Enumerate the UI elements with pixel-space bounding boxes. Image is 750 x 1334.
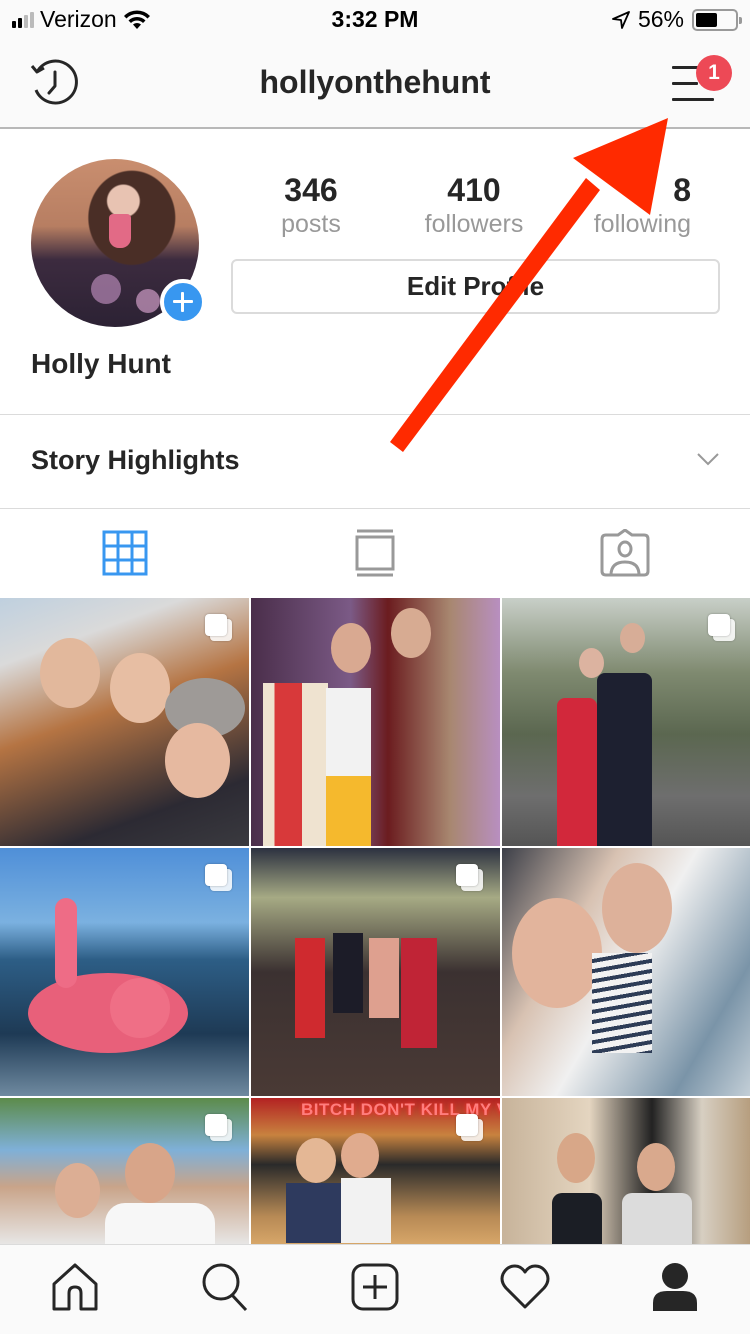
tab-tagged[interactable] (500, 509, 750, 597)
divider (0, 414, 750, 415)
post-thumbnail[interactable] (0, 1098, 249, 1244)
edit-profile-button[interactable]: Edit Profile (231, 259, 720, 314)
post-thumbnail[interactable] (0, 598, 249, 846)
following-count: 8 (673, 172, 691, 208)
nav-home[interactable] (0, 1245, 150, 1334)
battery-icon (692, 8, 742, 31)
profile-header-bar: hollyonthehunt 1 (0, 40, 750, 129)
tab-grid[interactable] (0, 509, 250, 597)
add-story-button[interactable] (160, 279, 206, 325)
username-title: hollyonthehunt (259, 64, 491, 100)
multiple-photos-icon (205, 1114, 233, 1142)
add-post-icon (351, 1263, 399, 1311)
profile-view-tabs (0, 509, 750, 597)
battery-percent: 56% (637, 6, 684, 32)
bottom-nav-bar (0, 1244, 750, 1334)
post-thumbnail[interactable] (502, 1098, 750, 1244)
following-label: following (593, 210, 691, 238)
nav-search[interactable] (150, 1245, 300, 1334)
post-thumbnail[interactable] (502, 848, 750, 1096)
post-thumbnail[interactable] (502, 598, 750, 846)
multiple-photos-icon (456, 864, 484, 892)
multiple-photos-icon (708, 614, 736, 642)
followers-label: followers (424, 210, 524, 238)
multiple-photos-icon (205, 864, 233, 892)
heart-icon (500, 1264, 550, 1309)
nav-activity[interactable] (450, 1245, 600, 1334)
multiple-photos-icon (205, 614, 233, 642)
posts-count: 346 (284, 172, 338, 208)
profile-icon (653, 1263, 697, 1311)
chevron-down-icon[interactable] (696, 447, 720, 471)
post-thumbnail[interactable] (251, 598, 500, 846)
post-thumbnail[interactable] (251, 848, 500, 1096)
story-highlights-row[interactable]: Story Highlights (0, 416, 750, 508)
stat-followers[interactable]: 410 followers (399, 172, 549, 240)
posts-label: posts (281, 210, 341, 238)
full-name: Holly Hunt (31, 348, 171, 379)
stat-following[interactable]: 8 following (565, 172, 691, 240)
status-bar: Verizon 3:32 PM 56% (0, 0, 750, 40)
search-icon (202, 1263, 248, 1312)
list-view-icon (355, 529, 395, 577)
post-thumbnail[interactable] (0, 848, 249, 1096)
post-thumbnail[interactable]: BITCH DON'T KILL MY VIBE (251, 1098, 500, 1244)
story-highlights-label: Story Highlights (31, 445, 240, 475)
nav-new-post[interactable] (300, 1245, 450, 1334)
home-icon (52, 1263, 98, 1311)
tab-feed[interactable] (250, 509, 500, 597)
location-arrow-icon (612, 10, 630, 29)
tagged-photos-icon (600, 529, 650, 577)
stat-posts[interactable]: 346 posts (236, 172, 386, 240)
followers-count: 410 (447, 172, 501, 208)
grid-icon (102, 530, 148, 576)
notification-badge: 1 (696, 55, 732, 91)
photo-grid: BITCH DON'T KILL MY VIBE (0, 598, 750, 1244)
multiple-photos-icon (456, 1114, 484, 1142)
nav-profile[interactable] (600, 1245, 750, 1334)
